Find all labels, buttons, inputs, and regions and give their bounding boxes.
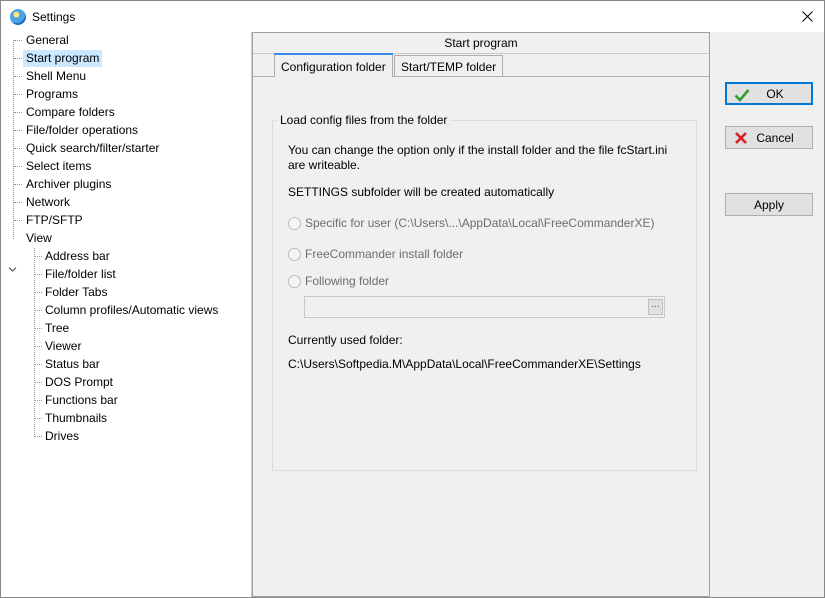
tab-strip: Configuration folder Start/TEMP folder: [253, 53, 709, 77]
apply-label: Apply: [753, 197, 785, 212]
tree-item[interactable]: Quick search/filter/starter: [23, 140, 162, 157]
tree-item[interactable]: Programs: [23, 86, 81, 103]
tree-item[interactable]: Network: [23, 194, 73, 211]
folder-path-field[interactable]: ...: [304, 296, 665, 318]
tree-item[interactable]: Shell Menu: [23, 68, 89, 85]
tree-item[interactable]: Column profiles/Automatic views: [42, 302, 221, 319]
option-specific-user[interactable]: Specific for user (C:\Users\...\AppData\…: [288, 216, 654, 230]
checkmark-icon: [734, 88, 750, 102]
subfolder-note: SETTINGS subfolder will be created autom…: [288, 185, 555, 199]
note-line-1: You can change the option only if the in…: [288, 143, 668, 157]
option-install-folder[interactable]: FreeCommander install folder: [288, 247, 463, 261]
tree-item[interactable]: Start program: [23, 50, 103, 67]
tree-item[interactable]: Tree: [42, 320, 72, 337]
tree-item[interactable]: View: [23, 230, 55, 247]
tree-item[interactable]: FTP/SFTP: [23, 212, 86, 229]
option-label: FreeCommander install folder: [305, 247, 464, 261]
app-icon: [10, 9, 26, 25]
option-label: Following folder: [305, 274, 390, 288]
tree-item[interactable]: DOS Prompt: [42, 374, 116, 391]
tree-item[interactable]: Select items: [23, 158, 94, 175]
radio-button[interactable]: [288, 247, 301, 261]
close-button[interactable]: [790, 1, 824, 31]
x-icon: [733, 131, 749, 145]
tree-item[interactable]: Address bar: [42, 248, 113, 265]
settings-page: Start program Configuration folder Start…: [252, 32, 710, 597]
current-folder-path: C:\Users\Softpedia.M\AppData\Local\FreeC…: [288, 357, 641, 371]
tree-item[interactable]: Thumbnails: [42, 410, 110, 427]
ok-label: OK: [766, 86, 784, 101]
tree-item[interactable]: Status bar: [42, 356, 103, 373]
page-title: Start program: [253, 33, 709, 54]
current-folder-label: Currently used folder:: [288, 333, 403, 347]
config-folder-group: Load config files from the folder You ca…: [272, 113, 697, 471]
tab-start-temp-folder[interactable]: Start/TEMP folder: [394, 55, 504, 77]
settings-tree[interactable]: General Start program Shell Menu Programs Co…: [1, 32, 252, 597]
option-label: Specific for user (C:\Users\...\AppData\…: [305, 216, 655, 230]
group-legend: Load config files from the folder: [277, 113, 451, 127]
tree-item[interactable]: General: [23, 32, 72, 49]
radio-button[interactable]: [288, 274, 301, 288]
option-following-folder[interactable]: Following folder: [288, 274, 389, 288]
tree-item[interactable]: Drives: [42, 428, 82, 445]
tree-item[interactable]: Archiver plugins: [23, 176, 114, 193]
tree-item[interactable]: File/folder operations: [23, 122, 141, 139]
tree-item[interactable]: Compare folders: [23, 104, 118, 121]
note-line-2: are writeable.: [288, 158, 361, 172]
tree-item[interactable]: Folder Tabs: [42, 284, 110, 301]
tree-item[interactable]: Functions bar: [42, 392, 121, 409]
tree-item[interactable]: File/folder list: [42, 266, 119, 283]
apply-button[interactable]: Apply: [725, 193, 813, 216]
browse-button[interactable]: ...: [648, 299, 663, 315]
close-icon: [801, 10, 813, 22]
tab-configuration-folder[interactable]: Configuration folder: [274, 53, 393, 77]
tab-content: Load config files from the folder You ca…: [253, 76, 709, 596]
tree-item[interactable]: Viewer: [42, 338, 84, 355]
cancel-button[interactable]: Cancel: [725, 126, 813, 149]
cancel-label: Cancel: [756, 130, 794, 145]
settings-window: Settings General Start program Shell Menu P…: [0, 0, 825, 598]
window-title: Settings: [32, 10, 76, 24]
chevron-down-icon[interactable]: [8, 265, 17, 274]
title-bar: Settings: [1, 1, 824, 32]
radio-button[interactable]: [288, 216, 301, 230]
ok-button[interactable]: OK: [725, 82, 813, 105]
